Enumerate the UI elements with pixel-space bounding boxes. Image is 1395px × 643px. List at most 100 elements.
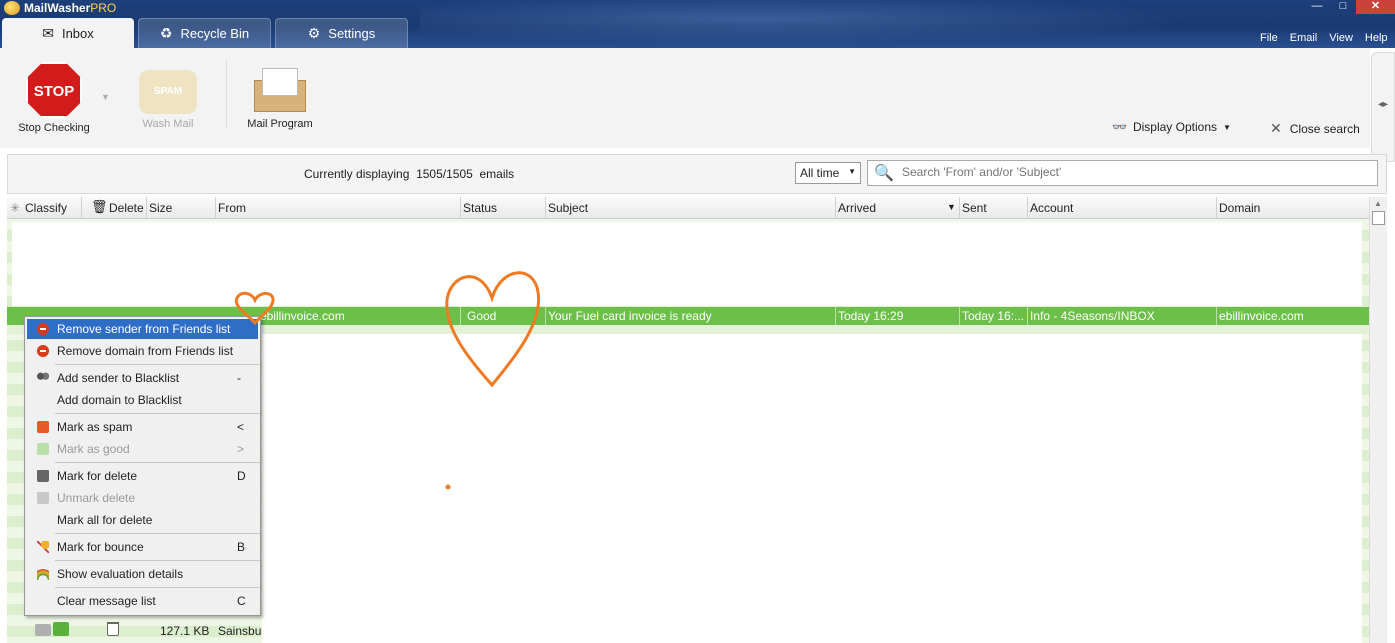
menu-divider [55,462,260,463]
classify-thumbs-icon[interactable] [35,622,71,638]
scrollbar-thumb[interactable] [1372,211,1385,225]
menu-divider [55,413,260,414]
menu-item-mark-bounce[interactable]: Mark for bounce B [27,537,258,557]
menu-view[interactable]: View [1323,32,1359,44]
vertical-scrollbar[interactable]: ▲ [1369,197,1387,643]
menu-divider [55,560,260,561]
menu-item-mark-spam[interactable]: Mark as spam < [27,417,258,437]
menu-item-mark-delete[interactable]: Mark for delete D [27,466,258,486]
close-icon: ✕ [1270,120,1282,136]
menu-help[interactable]: Help [1359,32,1394,44]
context-menu: Remove sender from Friends list Remove d… [24,316,261,616]
row-domain: ebillinvoice.com [1219,309,1304,323]
blacklist-people-icon [37,372,49,384]
column-account[interactable]: Account [1030,201,1073,215]
classify-sort-icon: ✳ [10,201,21,215]
stop-sign-icon: STOP [26,62,82,118]
tab-inbox[interactable]: ✉ Inbox [2,18,134,48]
stop-checking-button[interactable]: STOP Stop Checking [14,62,94,134]
stop-dropdown-arrow-icon[interactable]: ▼ [101,92,110,102]
blank-area [262,334,1362,643]
row-from: ebillinvoice.com [260,309,345,323]
collapse-arrows-icon: ◂▸ [1377,99,1389,110]
menu-divider [55,364,260,365]
spam-soap-icon: SPAM [139,70,197,114]
table-row[interactable]: 127.1 KB Sainsbu [7,620,262,642]
trash-header-icon: 🗑 [91,199,108,214]
chevron-down-icon: ▼ [1223,122,1231,132]
row-status: Good [467,309,497,323]
gear-icon: ⚙ [307,25,321,41]
column-status[interactable]: Status [463,201,497,215]
wash-mail-label: Wash Mail [142,118,194,130]
remove-circle-icon [37,323,49,335]
search-icon: 🔍 [874,165,894,182]
column-subject[interactable]: Subject [548,201,588,215]
envelope-icon [252,66,308,114]
trash-disabled-icon [37,492,49,504]
mail-program-button[interactable]: Mail Program [244,66,316,130]
gauge-icon [37,568,49,580]
ribbon-divider [226,60,227,128]
column-arrived[interactable]: Arrived [838,201,876,215]
chevron-down-icon: ▼ [848,167,856,176]
menu-divider [55,533,260,534]
search-box[interactable]: 🔍 [867,160,1378,186]
display-options-button[interactable]: 👓 Display Options ▼ [1112,120,1231,134]
mail-program-label: Mail Program [247,118,313,130]
column-classify[interactable]: Classify [25,201,67,215]
close-window-button[interactable]: ✕ [1356,0,1395,14]
close-search-button[interactable]: ✕ Close search [1270,120,1360,137]
menu-bar: File Email View Help [1254,32,1394,44]
bounce-icon [37,541,49,553]
row-arrived: Today 16:29 [838,309,904,323]
menu-item-remove-sender-friends[interactable]: Remove sender from Friends list [27,319,258,339]
stop-checking-label: Stop Checking [18,122,90,134]
column-size[interactable]: Size [149,201,172,215]
menu-item-mark-good[interactable]: Mark as good > [27,439,258,459]
column-header-row: ✳ Classify 🗑 Delete Size From Status Sub… [7,197,1369,219]
row-sent: Today 16:... [962,309,1025,323]
column-from[interactable]: From [218,201,246,215]
menu-file[interactable]: File [1254,32,1284,44]
menu-item-mark-all-delete[interactable]: Mark all for delete [27,510,258,530]
tab-settings[interactable]: ⚙ Settings [275,18,408,48]
glasses-icon: 👓 [1112,120,1127,134]
ribbon: STOP Stop Checking ▼ SPAM Wash Mail Mail… [0,48,1370,148]
search-input[interactable] [902,165,1362,179]
column-sent[interactable]: Sent [962,201,987,215]
side-panel-toggle[interactable]: ◂▸ [1371,52,1395,162]
time-filter-select[interactable]: All time ▼ [795,162,861,184]
row-subject: Your Fuel card invoice is ready [548,309,712,323]
column-domain[interactable]: Domain [1219,201,1260,215]
delete-trash-icon[interactable] [107,622,119,636]
column-delete[interactable]: Delete [109,201,144,215]
inbox-icon: ✉ [42,24,54,41]
displaying-count-text: Currently displaying 1505/1505 emails [304,167,515,181]
menu-item-add-domain-blacklist[interactable]: Add domain to Blacklist [27,390,258,410]
menu-item-add-sender-blacklist[interactable]: Add sender to Blacklist - [27,368,258,388]
app-title: MailWasherPRO [24,1,117,15]
row-from: Sainsbu [218,624,262,638]
menu-email[interactable]: Email [1284,32,1324,44]
blank-area [12,222,1362,306]
menu-item-show-evaluation[interactable]: Show evaluation details [27,564,258,584]
menu-item-unmark-delete[interactable]: Unmark delete [27,488,258,508]
remove-circle-icon [37,345,49,357]
wash-mail-button[interactable]: SPAM Wash Mail [132,70,204,130]
menu-divider [55,587,260,588]
trash-icon [37,470,49,482]
thumbs-up-icon [37,443,49,455]
tab-recycle-bin[interactable]: ♻ Recycle Bin [138,18,271,48]
row-account: Info - 4Seasons/INBOX [1030,309,1155,323]
thumbs-down-icon [37,421,49,433]
search-bar: Currently displaying 1505/1505 emails Al… [7,154,1387,194]
scroll-up-icon[interactable]: ▲ [1374,199,1382,208]
maximize-button[interactable]: □ [1330,0,1356,14]
menu-item-remove-domain-friends[interactable]: Remove domain from Friends list [27,341,258,361]
mailwasher-logo-icon [4,1,20,15]
menu-item-clear-list[interactable]: Clear message list C [27,591,258,611]
recycle-icon: ♻ [159,25,173,41]
sort-descending-icon: ▼ [947,202,956,212]
minimize-button[interactable]: — [1304,0,1330,14]
